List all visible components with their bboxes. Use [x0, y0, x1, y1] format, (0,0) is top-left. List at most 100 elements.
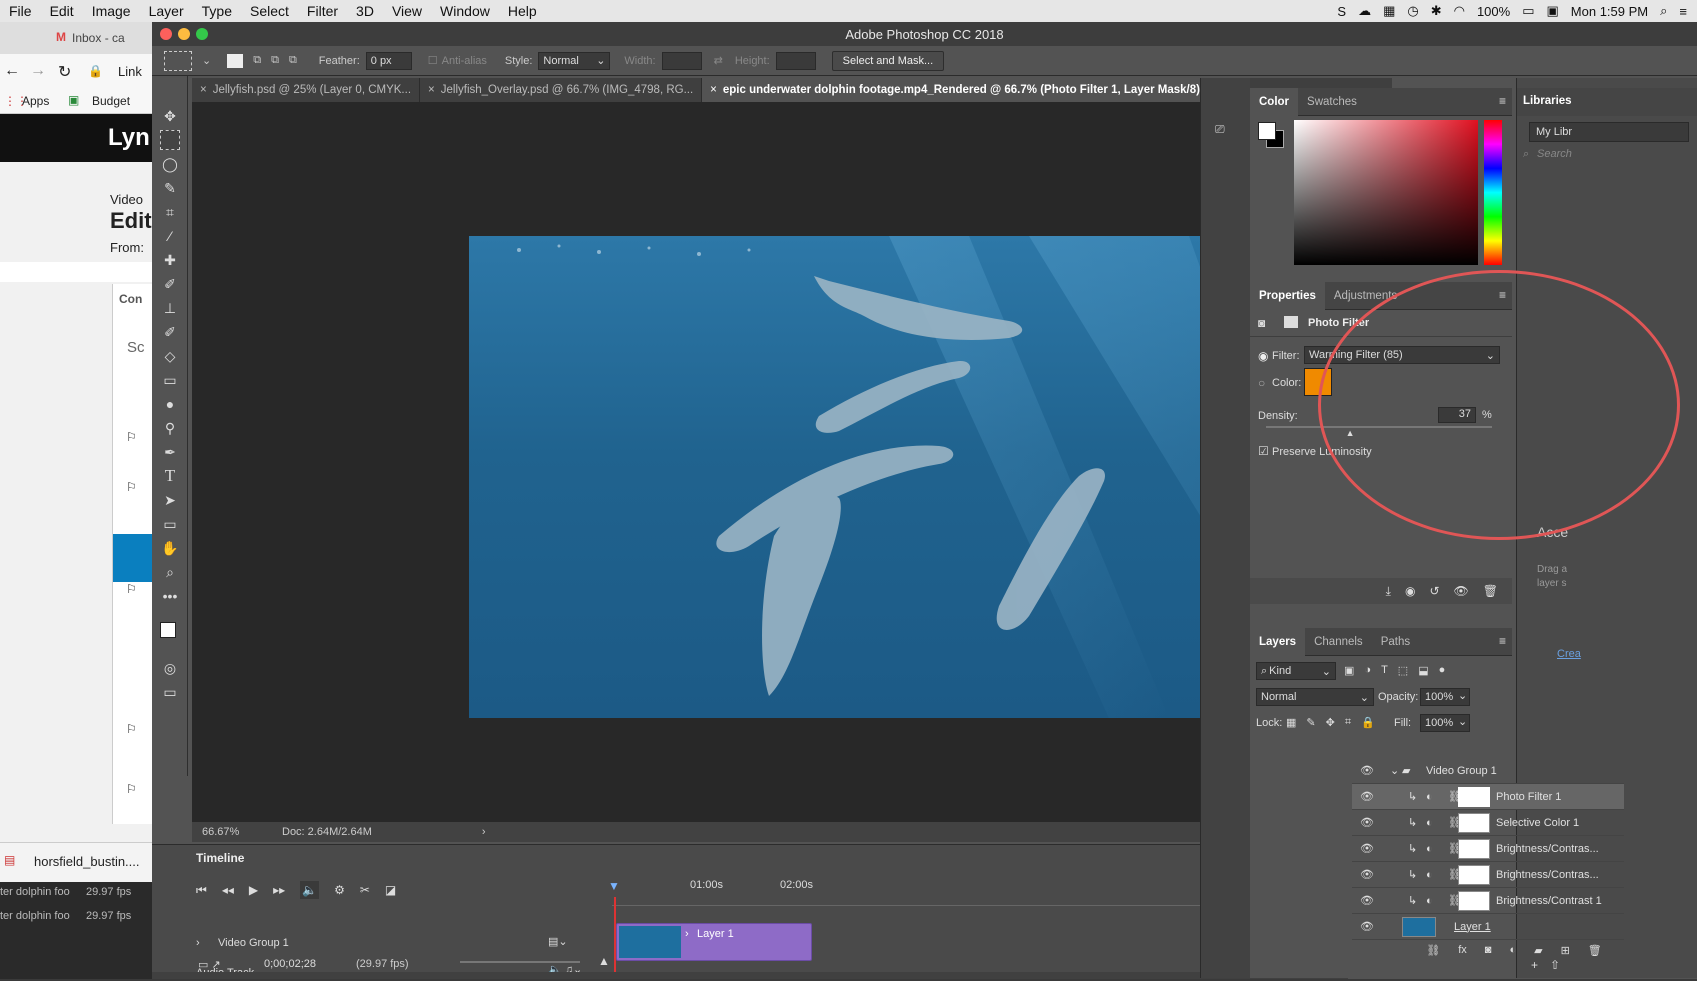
- film-icon[interactable]: ▤⌄: [548, 935, 568, 948]
- clip-to-layer-icon[interactable]: ⤓: [1386, 584, 1391, 599]
- add-icon[interactable]: +: [1531, 958, 1538, 972]
- menu-edit[interactable]: Edit: [41, 3, 83, 19]
- tab-swatches[interactable]: Swatches: [1298, 88, 1366, 116]
- layer-row-layer-1[interactable]: 👁 Layer 1: [1352, 914, 1624, 940]
- selected-item[interactable]: [113, 534, 152, 582]
- bookmark-apps[interactable]: Apps: [22, 94, 49, 108]
- hue-slider[interactable]: [1484, 120, 1502, 265]
- visibility-icon[interactable]: 👁: [1360, 764, 1374, 777]
- layer-mask-thumbnail[interactable]: [1458, 838, 1490, 859]
- split-icon[interactable]: ✂: [360, 883, 370, 897]
- add-mask-icon[interactable]: ◙: [1485, 944, 1492, 958]
- menu-select[interactable]: Select: [241, 3, 298, 19]
- adjustment-layer-icon[interactable]: ◙: [1258, 316, 1265, 330]
- bookmark-icon[interactable]: ⚐: [126, 582, 137, 596]
- lasso-tool-icon[interactable]: ◯: [160, 154, 180, 174]
- skype-icon[interactable]: S: [1337, 4, 1346, 19]
- layer-mask-thumbnail[interactable]: [1458, 812, 1490, 833]
- chevron-right-icon[interactable]: ›: [196, 937, 200, 949]
- more-tools-icon[interactable]: •••: [160, 586, 180, 606]
- lock-pixels-icon[interactable]: ▦: [1286, 716, 1296, 729]
- marquee-preset[interactable]: [164, 50, 192, 71]
- view-previous-icon[interactable]: ◉: [1405, 584, 1415, 598]
- chevron-right-icon[interactable]: ›: [482, 826, 486, 838]
- download-item[interactable]: horsfield_bustin....: [34, 854, 140, 869]
- tab-paths[interactable]: Paths: [1372, 628, 1419, 656]
- eyedropper-tool-icon[interactable]: ⁄: [160, 226, 180, 246]
- playhead[interactable]: ▼: [608, 879, 620, 893]
- screen-mode-icon[interactable]: ▭: [160, 682, 180, 702]
- pen-tool-icon[interactable]: ✒: [160, 442, 180, 462]
- layer-thumbnail[interactable]: [1402, 916, 1436, 937]
- menu-file[interactable]: File: [0, 3, 41, 19]
- healing-tool-icon[interactable]: ✚: [160, 250, 180, 270]
- zoom-slider[interactable]: [460, 961, 580, 963]
- crop-tool-icon[interactable]: ⌗: [160, 202, 180, 222]
- preserve-checkbox[interactable]: ☑: [1258, 444, 1269, 458]
- minimize-button[interactable]: [178, 28, 190, 40]
- menu-3d[interactable]: 3D: [347, 3, 383, 19]
- tab-channels[interactable]: Channels: [1305, 628, 1372, 656]
- creative-cloud-icon[interactable]: ☁: [1358, 3, 1371, 19]
- layer-mask-thumbnail[interactable]: [1458, 864, 1490, 885]
- feather-input[interactable]: 0 px: [365, 51, 412, 70]
- forward-icon[interactable]: →: [30, 62, 46, 80]
- hand-tool-icon[interactable]: ✋: [160, 538, 180, 558]
- tab-color[interactable]: Color: [1250, 87, 1299, 116]
- lock-all-icon[interactable]: 🔒: [1361, 716, 1375, 729]
- visibility-icon[interactable]: 👁: [1360, 842, 1374, 855]
- first-frame-icon[interactable]: ⏮: [196, 883, 207, 898]
- panel-menu-icon[interactable]: ≡: [1499, 94, 1506, 108]
- add-selection-icon[interactable]: ⧉: [253, 54, 261, 67]
- clock[interactable]: Mon 1:59 PM: [1571, 4, 1648, 19]
- battery-status[interactable]: 100%: [1477, 4, 1510, 19]
- tab-properties[interactable]: Properties: [1250, 281, 1325, 310]
- flag-icon[interactable]: ▣: [1547, 3, 1559, 19]
- width-input[interactable]: [661, 51, 702, 70]
- shape-filter-icon[interactable]: ⬚: [1398, 664, 1408, 677]
- height-input[interactable]: [775, 51, 816, 70]
- history-icon[interactable]: ⎚: [1215, 122, 1225, 137]
- color-field[interactable]: [1294, 120, 1478, 265]
- type-tool-icon[interactable]: T: [160, 466, 180, 486]
- bookmark-icon[interactable]: ⚐: [126, 782, 137, 796]
- history-brush-tool-icon[interactable]: ✐: [160, 322, 180, 342]
- path-select-tool-icon[interactable]: ➤: [160, 490, 180, 510]
- lock-position-icon[interactable]: ✥: [1326, 716, 1335, 729]
- kind-filter[interactable]: ⌕ Kind ⌄: [1256, 662, 1336, 680]
- reset-icon[interactable]: ↺: [1429, 584, 1439, 598]
- layer-mask-thumbnail[interactable]: [1458, 890, 1490, 911]
- gradient-tool-icon[interactable]: ▭: [160, 370, 180, 390]
- create-link[interactable]: Crea: [1557, 648, 1581, 660]
- smart-filter-icon[interactable]: ⬓: [1418, 664, 1428, 677]
- fx-icon[interactable]: fx: [1458, 944, 1467, 958]
- reload-icon[interactable]: ↻: [58, 62, 71, 82]
- media-name[interactable]: ter dolphin foo: [0, 886, 70, 898]
- gmail-tab[interactable]: Inbox - ca: [72, 31, 125, 45]
- track-video-group[interactable]: Video Group 1: [218, 937, 289, 949]
- next-frame-icon[interactable]: ▸▸: [273, 883, 285, 897]
- subtract-selection-icon[interactable]: ⧉: [271, 54, 279, 67]
- zoom-tool-icon[interactable]: ⌕: [160, 562, 180, 582]
- visibility-icon[interactable]: 👁: [1360, 920, 1374, 933]
- panel-menu-icon[interactable]: ≡: [1499, 634, 1506, 648]
- quick-select-tool-icon[interactable]: ✎: [160, 178, 180, 198]
- layer-row-brightness-contrast-1[interactable]: 👁 ↳ ◐ ⛓ Brightness/Contrast 1: [1352, 888, 1624, 914]
- bookmark-icon[interactable]: ⚐: [126, 480, 137, 494]
- layer-row-brightness-contrast[interactable]: 👁 ↳ ◐ ⛓ Brightness/Contras...: [1352, 862, 1624, 888]
- bookmark-budget[interactable]: Budget: [92, 94, 130, 108]
- transition-icon[interactable]: ◪: [385, 883, 396, 897]
- style-select[interactable]: Normal ⌄: [538, 51, 611, 70]
- blur-tool-icon[interactable]: ●: [160, 394, 180, 414]
- render-icon[interactable]: ▭ ↗: [198, 958, 221, 971]
- menu-view[interactable]: View: [383, 3, 431, 19]
- drive-icon[interactable]: ▦: [1383, 3, 1395, 19]
- close-icon[interactable]: ×: [200, 84, 207, 96]
- visibility-icon[interactable]: 👁: [1360, 894, 1374, 907]
- chevron-down-icon[interactable]: ⌄: [1390, 764, 1399, 777]
- adjustment-filter-icon[interactable]: ◑: [1364, 664, 1371, 677]
- wifi-icon[interactable]: ◠: [1454, 3, 1465, 19]
- bookmark-icon[interactable]: ⚐: [126, 722, 137, 736]
- bookmark-icon[interactable]: ⚐: [126, 430, 137, 444]
- zoom-in-icon[interactable]: ▲: [598, 954, 610, 968]
